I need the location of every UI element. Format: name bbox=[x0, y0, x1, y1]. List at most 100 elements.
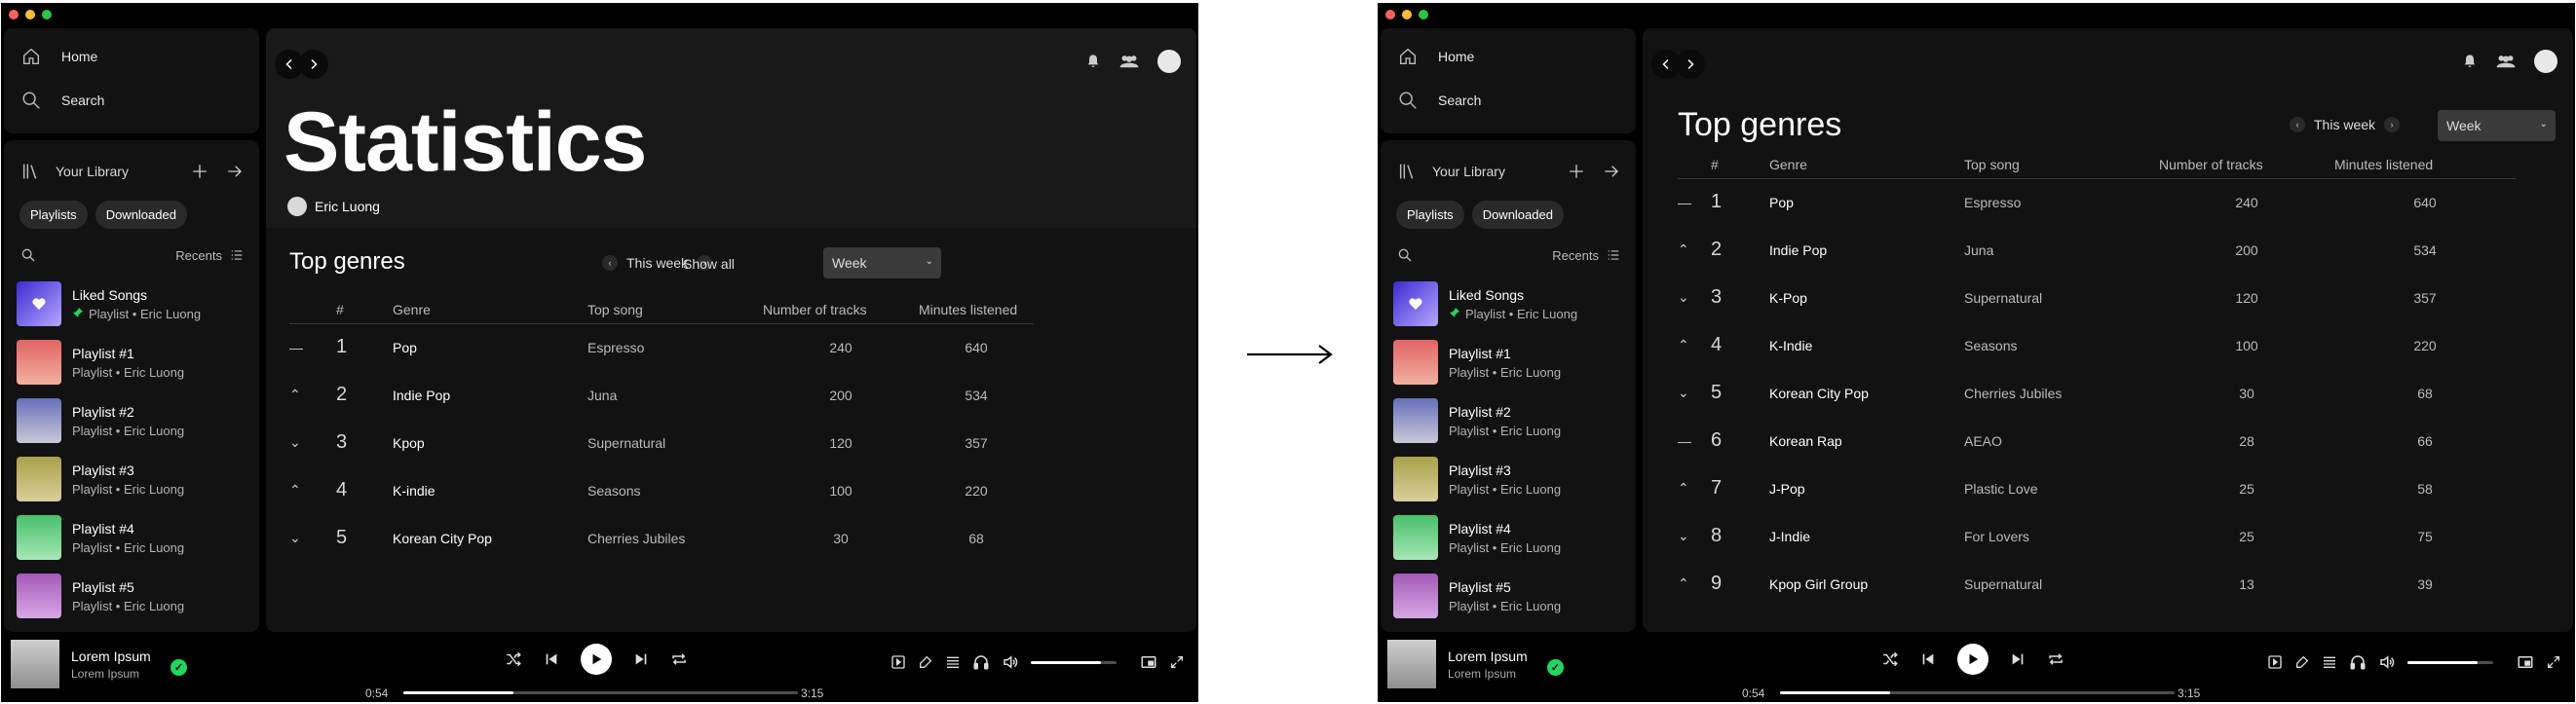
library-item[interactable]: Playlist #3 Playlist • Eric Luong bbox=[1393, 450, 1628, 508]
user-avatar[interactable] bbox=[1157, 50, 1181, 73]
library-search-icon[interactable] bbox=[1397, 247, 1413, 263]
previous-icon[interactable] bbox=[1920, 651, 1936, 667]
library-item[interactable]: Playlist #4 Playlist • Eric Luong bbox=[1393, 508, 1628, 567]
show-all-link[interactable]: Show all bbox=[683, 256, 735, 272]
library-item[interactable]: Playlist #2 Playlist • Eric Luong bbox=[1393, 391, 1628, 450]
mini-player-icon[interactable] bbox=[2517, 653, 2534, 671]
progress-bar[interactable] bbox=[1780, 691, 2175, 694]
friends-icon[interactable] bbox=[1118, 53, 1140, 70]
connect-device-icon[interactable] bbox=[2349, 653, 2367, 671]
genre-row[interactable]: ⌄ 5 Korean City Pop Cherries Jubiles 30 68 bbox=[289, 514, 1034, 562]
zoom-window-button[interactable] bbox=[1419, 10, 1428, 19]
queue-icon[interactable] bbox=[2322, 654, 2337, 670]
library-item[interactable]: Playlist #4 Playlist • Eric Luong bbox=[17, 508, 251, 567]
library-item[interactable]: Liked Songs Playlist • Eric Luong bbox=[17, 275, 251, 333]
friends-icon[interactable] bbox=[2495, 53, 2517, 70]
library-title[interactable]: Your Library bbox=[1432, 164, 1505, 179]
chip-playlists[interactable]: Playlists bbox=[1396, 201, 1464, 229]
library-item[interactable]: Playlist #5 Playlist • Eric Luong bbox=[1393, 567, 1628, 625]
owner-name[interactable]: Eric Luong bbox=[315, 199, 380, 214]
plus-icon[interactable] bbox=[1568, 163, 1585, 180]
bell-icon[interactable] bbox=[2462, 54, 2478, 69]
now-playing-cover[interactable] bbox=[1387, 640, 1436, 688]
lyrics-icon[interactable] bbox=[918, 654, 933, 670]
nav-search[interactable]: Search bbox=[1397, 90, 1481, 111]
genre-row[interactable]: ⌃ 7 J-Pop Plastic Love 25 58 bbox=[1678, 464, 2516, 512]
library-item[interactable]: Liked Songs Playlist • Eric Luong bbox=[1393, 275, 1628, 333]
next-week-button[interactable]: › bbox=[2384, 117, 2401, 132]
genre-row[interactable]: ⌃ 2 Indie Pop Juna 200 534 bbox=[289, 371, 1034, 419]
genre-row[interactable]: ⌃ 4 K-Indie Seasons 100 220 bbox=[1678, 321, 2516, 369]
close-window-button[interactable] bbox=[9, 10, 19, 19]
volume-slider[interactable] bbox=[2407, 660, 2493, 664]
nav-search[interactable]: Search bbox=[20, 90, 104, 111]
period-select[interactable]: Week ⌄ bbox=[2438, 110, 2556, 141]
genre-row[interactable]: ⌃ 9 Kpop Girl Group Supernatural 13 39 bbox=[1678, 560, 2516, 608]
now-playing-view-icon[interactable] bbox=[890, 654, 906, 670]
period-select[interactable]: Week ⌄ bbox=[823, 247, 941, 278]
saved-check-icon[interactable]: ✓ bbox=[1547, 659, 1564, 676]
plus-icon[interactable] bbox=[191, 163, 208, 180]
now-playing-artist[interactable]: Lorem Ipsum bbox=[1448, 667, 1516, 681]
now-playing-title[interactable]: Lorem Ipsum bbox=[71, 648, 151, 664]
chip-playlists[interactable]: Playlists bbox=[19, 201, 88, 229]
chip-downloaded[interactable]: Downloaded bbox=[1471, 201, 1564, 229]
forward-button[interactable] bbox=[1676, 50, 1705, 79]
now-playing-title[interactable]: Lorem Ipsum bbox=[1448, 648, 1528, 664]
genre-row[interactable]: — 1 Pop Espresso 240 640 bbox=[1678, 178, 2516, 226]
play-button[interactable] bbox=[1957, 644, 1989, 675]
shuffle-icon[interactable] bbox=[505, 650, 522, 668]
prev-week-button[interactable]: ‹ bbox=[2290, 117, 2305, 132]
now-playing-artist[interactable]: Lorem Ipsum bbox=[71, 667, 139, 681]
library-title[interactable]: Your Library bbox=[56, 164, 129, 179]
shuffle-icon[interactable] bbox=[1881, 650, 1899, 668]
minimize-window-button[interactable] bbox=[25, 10, 35, 19]
library-item[interactable]: Playlist #5 Playlist • Eric Luong bbox=[17, 567, 251, 625]
next-icon[interactable] bbox=[2010, 651, 2026, 667]
arrow-right-icon[interactable] bbox=[1603, 163, 1620, 180]
genre-row[interactable]: ⌄ 3 Kpop Supernatural 120 357 bbox=[289, 419, 1034, 466]
saved-check-icon[interactable]: ✓ bbox=[170, 659, 187, 676]
fullscreen-icon[interactable] bbox=[1169, 654, 1185, 670]
minimize-window-button[interactable] bbox=[1402, 10, 1412, 19]
genre-row[interactable]: ⌄ 3 K-Pop Supernatural 120 357 bbox=[1678, 274, 2516, 321]
zoom-window-button[interactable] bbox=[42, 10, 52, 19]
genre-row[interactable]: ⌄ 5 Korean City Pop Cherries Jubiles 30 68 bbox=[1678, 369, 2516, 417]
lyrics-icon[interactable] bbox=[2294, 654, 2310, 670]
library-item[interactable]: Playlist #2 Playlist • Eric Luong bbox=[17, 391, 251, 450]
volume-slider[interactable] bbox=[1031, 660, 1117, 664]
volume-icon[interactable] bbox=[2378, 653, 2396, 671]
now-playing-cover[interactable] bbox=[11, 640, 59, 688]
connect-device-icon[interactable] bbox=[972, 653, 990, 671]
nav-home[interactable]: Home bbox=[1397, 46, 1474, 67]
recents-sort[interactable]: Recents bbox=[1552, 248, 1620, 263]
library-search-icon[interactable] bbox=[20, 247, 36, 263]
genre-row[interactable]: ⌄ 8 J-Indie For Lovers 25 75 bbox=[1678, 512, 2516, 560]
repeat-icon[interactable] bbox=[2047, 650, 2065, 668]
fullscreen-icon[interactable] bbox=[2546, 654, 2561, 670]
chip-downloaded[interactable]: Downloaded bbox=[95, 201, 187, 229]
library-item[interactable]: Playlist #3 Playlist • Eric Luong bbox=[17, 450, 251, 508]
library-item[interactable]: Playlist #1 Playlist • Eric Luong bbox=[1393, 333, 1628, 391]
volume-icon[interactable] bbox=[1002, 653, 1019, 671]
queue-icon[interactable] bbox=[945, 654, 961, 670]
next-icon[interactable] bbox=[633, 651, 649, 667]
genre-row[interactable]: — 6 Korean Rap AEAO 28 66 bbox=[1678, 417, 2516, 464]
previous-icon[interactable] bbox=[544, 651, 559, 667]
user-avatar[interactable] bbox=[2534, 50, 2557, 73]
now-playing-view-icon[interactable] bbox=[2267, 654, 2283, 670]
recents-sort[interactable]: Recents bbox=[175, 248, 244, 263]
forward-button[interactable] bbox=[299, 50, 328, 79]
genre-row[interactable]: ⌃ 4 K-indie Seasons 100 220 bbox=[289, 466, 1034, 514]
prev-week-button[interactable]: ‹ bbox=[602, 255, 618, 271]
genre-row[interactable]: ⌃ 2 Indie Pop Juna 200 534 bbox=[1678, 226, 2516, 274]
repeat-icon[interactable] bbox=[670, 650, 688, 668]
progress-bar[interactable] bbox=[403, 691, 798, 694]
close-window-button[interactable] bbox=[1385, 10, 1395, 19]
bell-icon[interactable] bbox=[1085, 54, 1101, 69]
genre-row[interactable]: — 1 Pop Espresso 240 640 bbox=[289, 323, 1034, 371]
nav-home[interactable]: Home bbox=[20, 46, 97, 67]
library-item[interactable]: Playlist #1 Playlist • Eric Luong bbox=[17, 333, 251, 391]
play-button[interactable] bbox=[581, 644, 612, 675]
arrow-right-icon[interactable] bbox=[226, 163, 244, 180]
